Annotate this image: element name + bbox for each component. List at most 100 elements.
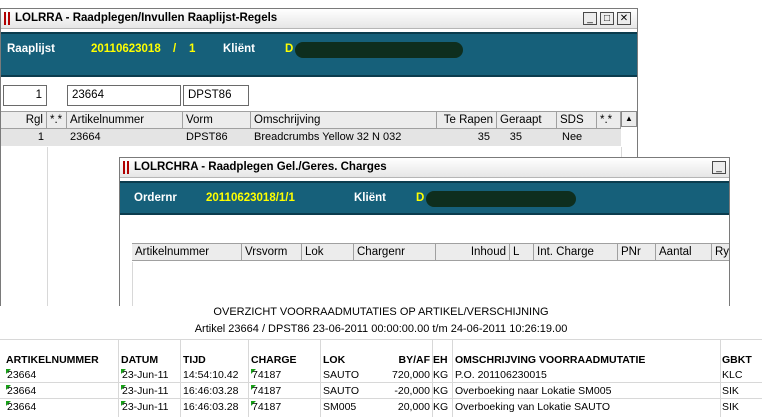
charges-titlebar[interactable]: LOLRCHRA - Raadplegen Gel./Geres. Charge… (120, 158, 729, 178)
raaplijst-separator: / (173, 43, 177, 55)
report-col-divider (320, 340, 321, 417)
cell-by-af: -20,000 (394, 385, 430, 397)
cell-omschrijving: Overboeking van Lokatie SAUTO (455, 401, 611, 413)
cell-eh: KG (433, 385, 449, 397)
cell-charge: 74187 (252, 401, 282, 413)
cell-omschrijving: Breadcrumbs Yellow 32 N 032 (254, 131, 402, 143)
scroll-up-icon[interactable]: ▲ (621, 111, 637, 127)
report-title: OVERZICHT VOORRAADMUTATIES OP ARTIKEL/VE… (213, 306, 549, 318)
col-omschrijving[interactable]: Omschrijving (251, 112, 437, 129)
col-by-af: BY/AF (398, 354, 431, 366)
cell-mark-2 (597, 129, 621, 146)
report-subtitle: Artikel 23664 / DPST86 23-06-2011 00:00:… (194, 323, 568, 335)
redaction-mask (295, 42, 463, 58)
col-ry[interactable]: Ry (712, 244, 729, 261)
order-value: 20110623018/1/1 (206, 192, 295, 204)
report-divider (0, 339, 762, 340)
cell-lok: SAUTO (323, 385, 359, 397)
raaplijst-titlebar[interactable]: LOLRRA - Raadplegen/Invullen Raaplijst-R… (1, 9, 637, 29)
maximize-button[interactable]: □ (600, 12, 614, 25)
col-te-rapen[interactable]: Te Rapen (437, 112, 497, 129)
col-datum: DATUM (121, 354, 159, 366)
grid-divider (132, 262, 133, 308)
cell-artikelnummer: 23664 (7, 385, 37, 397)
charges-window: LOLRCHRA - Raadplegen Gel./Geres. Charge… (119, 157, 730, 309)
cell-gbkt: KLC (722, 369, 743, 381)
col-inhoud[interactable]: Inhoud (436, 244, 510, 261)
report-col-divider (248, 340, 249, 417)
col-artikelnummer: ARTIKELNUMMER (6, 354, 99, 366)
cell-mark (47, 129, 67, 146)
col-mark[interactable]: *.* (47, 112, 67, 129)
app-mark-icon (123, 161, 129, 174)
cell-artikelnummer: 23664 (70, 131, 101, 143)
raaplijst-number: 20110623018 (91, 43, 161, 55)
client-label: Kliënt (223, 43, 255, 55)
window-title: LOLRCHRA - Raadplegen Gel./Geres. Charge… (134, 161, 387, 173)
cell-geraapt: 35 (509, 131, 522, 143)
col-eh: EH (433, 354, 448, 366)
cell-lok: SAUTO (323, 369, 359, 381)
close-button[interactable]: ✕ (617, 12, 631, 25)
col-int-charge[interactable]: Int. Charge (534, 244, 618, 261)
cell-lok: SM005 (323, 401, 357, 413)
cell-charge: 74187 (252, 385, 282, 397)
report-col-divider (432, 340, 433, 417)
cell-omschrijving: Overboeking naar Lokatie SM005 (455, 385, 612, 397)
col-artikelnummer[interactable]: Artikelnummer (132, 244, 242, 261)
client-value: D (416, 192, 425, 204)
window-title: LOLRRA - Raadplegen/Invullen Raaplijst-R… (15, 12, 278, 24)
col-l[interactable]: L (510, 244, 534, 261)
cell-charge: 74187 (252, 369, 282, 381)
raaplijst-header-band: Raaplijst 20110623018 / 1 Kliënt D (1, 32, 637, 77)
filter-artikelnummer[interactable]: 23664 (67, 85, 181, 106)
col-lok: LOK (323, 354, 346, 366)
order-label: Ordernr (134, 192, 177, 204)
cell-eh: KG (433, 369, 449, 381)
filter-vorm[interactable]: DPST86 (183, 85, 249, 106)
minimize-button[interactable]: _ (712, 161, 726, 174)
cell-gbkt: SIK (722, 385, 739, 397)
row-divider (0, 382, 762, 383)
report-col-divider (452, 340, 453, 417)
cell-tijd: 14:54:10.42 (183, 369, 239, 381)
cell-gbkt: SIK (722, 401, 739, 413)
col-vorm[interactable]: Vorm (183, 112, 251, 129)
col-aantal[interactable]: Aantal (656, 244, 712, 261)
cell-te-rapen: 35 (477, 131, 490, 143)
report-col-divider (118, 340, 119, 417)
minimize-button[interactable]: _ (583, 12, 597, 25)
col-gbkt: GBKT (722, 354, 752, 366)
col-tijd: TIJD (183, 354, 206, 366)
filter-rgl[interactable]: 1 (3, 85, 47, 106)
cell-omschrijving: P.O. 201106230015 (455, 369, 547, 381)
app-mark-icon (4, 12, 10, 25)
cell-datum: 23-Jun-11 (122, 385, 169, 397)
col-artikelnummer[interactable]: Artikelnummer (67, 112, 183, 129)
col-charge: CHARGE (251, 354, 297, 366)
col-pnr[interactable]: PNr (618, 244, 656, 261)
cell-tijd: 16:46:03.28 (183, 401, 239, 413)
cell-vorm: DPST86 (186, 131, 228, 143)
col-rgl[interactable]: Rgl (1, 112, 47, 129)
mutations-report: OVERZICHT VOORRAADMUTATIES OP ARTIKEL/VE… (0, 306, 762, 417)
report-col-divider (180, 340, 181, 417)
col-mark-2[interactable]: *.* (597, 112, 621, 129)
report-col-divider (720, 340, 721, 417)
col-geraapt[interactable]: Geraapt (497, 112, 557, 129)
col-chargenr[interactable]: Chargenr (354, 244, 436, 261)
col-lok[interactable]: Lok (302, 244, 354, 261)
charges-header-band: Ordernr 20110623018/1/1 Kliënt D (120, 181, 729, 215)
col-vrsvorm[interactable]: Vrsvorm (242, 244, 302, 261)
cell-eh: KG (433, 401, 449, 413)
cell-by-af: 720,000 (392, 369, 430, 381)
client-label: Kliënt (354, 192, 386, 204)
row-divider (0, 398, 762, 399)
cell-artikelnummer: 23664 (7, 369, 37, 381)
charges-grid-header: Artikelnummer Vrsvorm Lok Chargenr Inhou… (132, 243, 729, 261)
redaction-mask (426, 191, 576, 207)
cell-sds: Nee (562, 131, 583, 143)
raaplijst-seq: 1 (189, 43, 196, 55)
table-row[interactable]: 1 23664 DPST86 Breadcrumbs Yellow 32 N 0… (1, 129, 621, 146)
col-sds[interactable]: SDS (557, 112, 597, 129)
